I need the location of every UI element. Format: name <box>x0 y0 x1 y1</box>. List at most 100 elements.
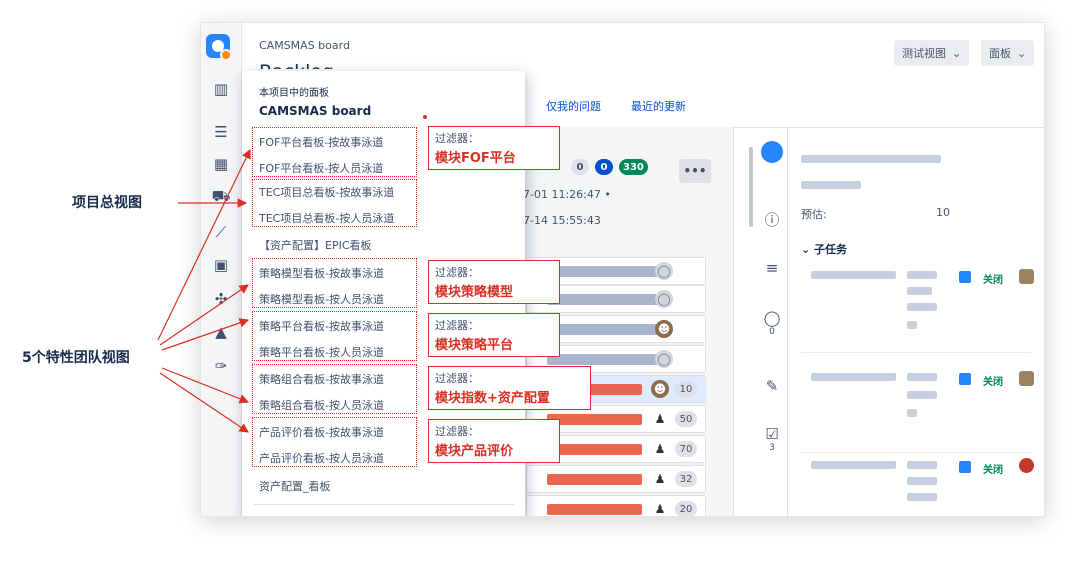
user-avatar-icon <box>1019 269 1034 284</box>
subtask-row[interactable]: 关闭 <box>801 363 1034 453</box>
filter-callout-evaluation: 过滤器： 模块产品评价 <box>428 419 560 463</box>
blurred-subtask-detail <box>907 461 937 469</box>
filter-label: 过滤器： <box>435 132 479 145</box>
backlog-icon[interactable]: ☰ <box>209 121 233 143</box>
unassigned-avatar-icon: ◯ <box>655 262 673 280</box>
monitor-icon[interactable]: ▣ <box>209 254 233 276</box>
unassigned-avatar-icon: ◯ <box>655 290 673 308</box>
board-item[interactable]: 【资产配置】EPIC看板 <box>259 237 372 253</box>
highlight-model-boards <box>252 258 417 308</box>
highlight-portfolio-boards <box>252 364 417 414</box>
page-title: Backlog <box>259 57 334 69</box>
subtask-type-icon <box>959 271 971 283</box>
blurred-issue-summary <box>547 504 642 515</box>
blurred-subtask-detail <box>907 271 937 279</box>
blurred-issue-summary <box>547 444 642 455</box>
attachment-icon[interactable]: ✎ <box>756 377 788 395</box>
sprint-end-date: 7-14 15:55:43 <box>523 214 601 227</box>
blurred-issue-summary <box>547 414 642 425</box>
unassigned-avatar-icon: ◯ <box>655 350 673 368</box>
release-icon[interactable]: ⛟ <box>209 186 233 208</box>
info-icon[interactable]: ⓘ <box>756 209 788 230</box>
user-avatar-icon <box>1019 458 1034 473</box>
warning-icon[interactable]: ▲ <box>209 321 233 343</box>
components-icon[interactable]: ✣ <box>209 288 233 310</box>
todo-count-badge: 0 <box>571 159 589 175</box>
blurred-subtask-detail <box>907 321 917 329</box>
board-item[interactable]: 资产配置_看板 <box>259 478 331 494</box>
user-avatar-icon <box>1019 371 1034 386</box>
board-icon[interactable]: ▥ <box>209 78 233 100</box>
column-scrollbar[interactable] <box>749 147 753 227</box>
inprogress-count-badge: 0 <box>595 159 613 175</box>
story-points-badge: 50 <box>675 411 697 427</box>
blurred-issue-summary <box>547 324 662 335</box>
board-switcher-dropdown: 本项目中的面板 CAMSMAS board FOF平台看板-按故事泳道 FOF平… <box>242 71 591 516</box>
user-avatar-icon: ♟ <box>651 470 669 488</box>
issue-type-avatar-icon <box>756 141 788 167</box>
blurred-issue-summary <box>547 474 642 485</box>
project-name[interactable]: CAMSMAS board <box>259 39 350 52</box>
subtasks-heading-label: 子任务 <box>814 243 848 256</box>
filter-value: 模块指数+资产配置 <box>435 391 550 406</box>
quick-filter-my-issues[interactable]: 仅我的问题 <box>546 98 601 114</box>
jira-screenshot: ▥ ☰ ▦ ⛟ ⟋ ▣ ✣ ▲ ✑ CAMSMAS board Backlog … <box>200 22 1045 517</box>
user-avatar-icon: ♟ <box>651 410 669 428</box>
notification-badge-icon <box>220 49 232 61</box>
dropdown-section-label: 本项目中的面板 <box>259 88 329 99</box>
annotation-team-views: 5个特性团队视图 <box>22 350 130 366</box>
filter-value: 模块FOF平台 <box>435 151 516 166</box>
issue-card[interactable]: ♟ 32 <box>526 465 706 493</box>
issue-card[interactable]: ♟ 20 <box>526 495 706 516</box>
subtasks-heading[interactable]: ⌄ 子任务 <box>801 241 847 257</box>
sprint-more-button[interactable]: ••• <box>679 159 711 183</box>
user-avatar-icon: ☻ <box>651 380 669 398</box>
story-points-badge: 20 <box>675 501 697 516</box>
blurred-subtask-detail <box>907 493 937 501</box>
comments-count: 0 <box>769 327 775 337</box>
done-count-badge: 330 <box>619 159 648 175</box>
highlight-platform-boards <box>252 311 417 361</box>
chevron-down-icon: ⌄ <box>952 46 962 60</box>
filter-label: 过滤器： <box>435 372 479 385</box>
blurred-subtask-detail <box>907 373 937 381</box>
blurred-subtask-name <box>811 461 896 469</box>
subtask-row[interactable]: 关闭 <box>801 453 1034 516</box>
comments-icon[interactable]: ◯ 0 <box>756 309 788 337</box>
filter-callout-fof: 过滤器： 模块FOF平台 <box>428 126 560 170</box>
annotation-project-overview: 项目总视图 <box>72 195 142 211</box>
filter-label: 过滤器： <box>435 425 479 438</box>
filter-value: 模块策略模型 <box>435 285 514 300</box>
feather-icon[interactable]: ✑ <box>209 355 233 377</box>
blurred-subtask-detail <box>907 477 937 485</box>
estimate-label: 预估: <box>801 208 827 221</box>
status-closed: 关闭 <box>983 465 1003 476</box>
story-points-badge: 32 <box>675 471 697 487</box>
blurred-subtask-detail <box>907 303 937 311</box>
blurred-issue-summary <box>547 294 662 305</box>
subtask-row[interactable]: 关闭 <box>801 263 1034 353</box>
view-select-label: 测试视图 <box>902 47 946 60</box>
quick-filter-recent-updates[interactable]: 最近的更新 <box>631 98 686 114</box>
blurred-issue-key <box>801 155 941 163</box>
board-select-label: 面板 <box>989 47 1011 60</box>
filter-value: 模块产品评价 <box>435 444 514 459</box>
estimate-value: 10 <box>936 206 950 219</box>
description-icon[interactable]: ≡ <box>756 259 788 277</box>
user-avatar-icon: ☻ <box>655 320 673 338</box>
highlight-tec-boards <box>252 179 417 227</box>
filter-callout-portfolio: 过滤器： 模块指数+资产配置 <box>428 366 591 410</box>
subtask-type-icon <box>959 461 971 473</box>
view-select-button[interactable]: 测试视图 ⌄ <box>894 40 970 66</box>
blurred-issue-summary <box>547 354 662 365</box>
user-avatar-icon: ♟ <box>651 440 669 458</box>
subtasks-icon[interactable]: ☑ 3 <box>756 425 788 453</box>
current-board-item[interactable]: CAMSMAS board <box>259 104 371 118</box>
board-select-button[interactable]: 面板 ⌄ <box>981 40 1035 66</box>
subtasks-count: 3 <box>769 443 775 453</box>
active-sprint-icon[interactable]: ▦ <box>209 153 233 175</box>
status-closed: 关闭 <box>983 377 1003 388</box>
highlight-evaluation-boards <box>252 417 417 467</box>
reports-icon[interactable]: ⟋ <box>209 221 233 243</box>
blurred-issue-title <box>801 181 861 189</box>
